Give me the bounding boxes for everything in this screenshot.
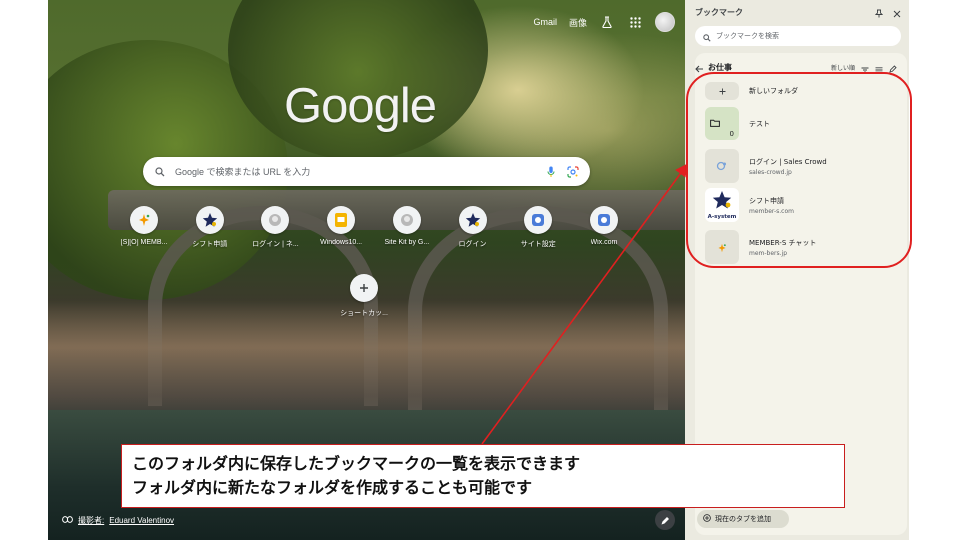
search-box[interactable]: Google で検索または URL を入力: [143, 157, 590, 186]
callout-line-2: フォルダ内に新たなフォルダを作成することも可能です: [132, 478, 533, 497]
shortcut-label: Wix.com: [590, 239, 618, 246]
ntp-top-bar: Gmail 画像: [533, 12, 675, 32]
shortcut-tile[interactable]: [S][O] MEMB...: [114, 206, 174, 249]
bookmark-search-field[interactable]: ブックマークを検索: [695, 26, 901, 46]
sort-order-label[interactable]: 新しい順: [831, 63, 855, 72]
labs-flask-icon[interactable]: [599, 14, 615, 30]
side-panel-title: ブックマーク: [695, 7, 743, 17]
customize-chrome-button[interactable]: [655, 510, 675, 530]
current-folder-name: お仕事: [708, 62, 732, 72]
shortcut-tile[interactable]: シフト申請: [180, 206, 240, 249]
shortcut-label: [S][O] MEMB...: [120, 239, 168, 246]
shortcuts-row: [S][O] MEMB... シフト申請 ログイン | ネ... Windows…: [114, 206, 634, 249]
photo-credit-name[interactable]: Eduard Valentinov: [109, 516, 174, 525]
screenshot-stage: Gmail 画像 Google Google で検索または URL を入力 [S…: [0, 0, 960, 540]
microphone-icon[interactable]: [544, 165, 558, 179]
pencil-icon: [660, 511, 670, 530]
shortcut-label: シフト申請: [192, 241, 228, 248]
shortcut-tile[interactable]: サイト設定: [508, 206, 568, 249]
wix-icon: [589, 206, 618, 234]
search-icon: [153, 165, 167, 179]
star-logo-icon: [458, 206, 487, 234]
search-icon: [703, 27, 711, 46]
pin-icon[interactable]: [874, 3, 884, 22]
shortcut-label: ログイン: [458, 241, 487, 248]
shortcut-label: Windows10...: [320, 239, 363, 246]
add-current-tab-button[interactable]: 現在のタブを追加: [697, 510, 789, 528]
apps-grid-icon[interactable]: [627, 14, 643, 30]
google-lens-icon[interactable]: [566, 165, 580, 179]
site-favicon-icon: [261, 206, 290, 234]
photo-credit[interactable]: 撮影者: Eduard Valentinov: [62, 515, 174, 526]
gmail-link[interactable]: Gmail: [533, 17, 557, 27]
bookmark-search-placeholder[interactable]: ブックマークを検索: [716, 31, 779, 41]
close-icon[interactable]: [893, 3, 901, 22]
photo-credit-prefix: 撮影者:: [78, 516, 105, 525]
search-input[interactable]: Google で検索または URL を入力: [175, 165, 536, 178]
link-icon: [62, 516, 73, 525]
annotation-callout: このフォルダ内に保存したブックマークの一覧を表示できます フォルダ内に新たなフォ…: [121, 444, 845, 508]
highlight-oval: [686, 72, 912, 268]
shortcut-tile[interactable]: Site Kit by G...: [377, 206, 437, 249]
google-logo: Google: [284, 79, 437, 133]
background-rocks: [48, 300, 685, 420]
account-avatar[interactable]: [655, 12, 675, 32]
plus-icon: [350, 274, 378, 302]
images-link[interactable]: 画像: [569, 16, 587, 29]
site-favicon-icon: [392, 206, 421, 234]
site-settings-icon: [524, 206, 553, 234]
shortcut-label: サイト設定: [520, 241, 556, 248]
side-panel-header: ブックマーク: [695, 5, 901, 19]
shortcut-tile[interactable]: ログイン: [443, 206, 503, 249]
add-shortcut-tile[interactable]: ショートカッ...: [334, 274, 394, 318]
shortcut-label: ログイン | ネ...: [252, 241, 299, 248]
add-current-tab-label: 現在のタブを追加: [715, 515, 771, 523]
shortcut-tile[interactable]: ログイン | ネ...: [245, 206, 305, 249]
shortcut-tile[interactable]: Wix.com: [574, 206, 634, 249]
shortcut-tile[interactable]: Windows10...: [311, 206, 371, 249]
add-shortcut-label: ショートカッ...: [340, 310, 388, 317]
shortcut-label: Site Kit by G...: [384, 239, 430, 246]
callout-line-1: このフォルダ内に保存したブックマークの一覧を表示できます: [132, 454, 581, 473]
slides-icon: [327, 206, 356, 234]
star-logo-icon: [195, 206, 224, 234]
sparkle-icon: [130, 206, 158, 234]
plus-circle-icon: [703, 514, 711, 524]
